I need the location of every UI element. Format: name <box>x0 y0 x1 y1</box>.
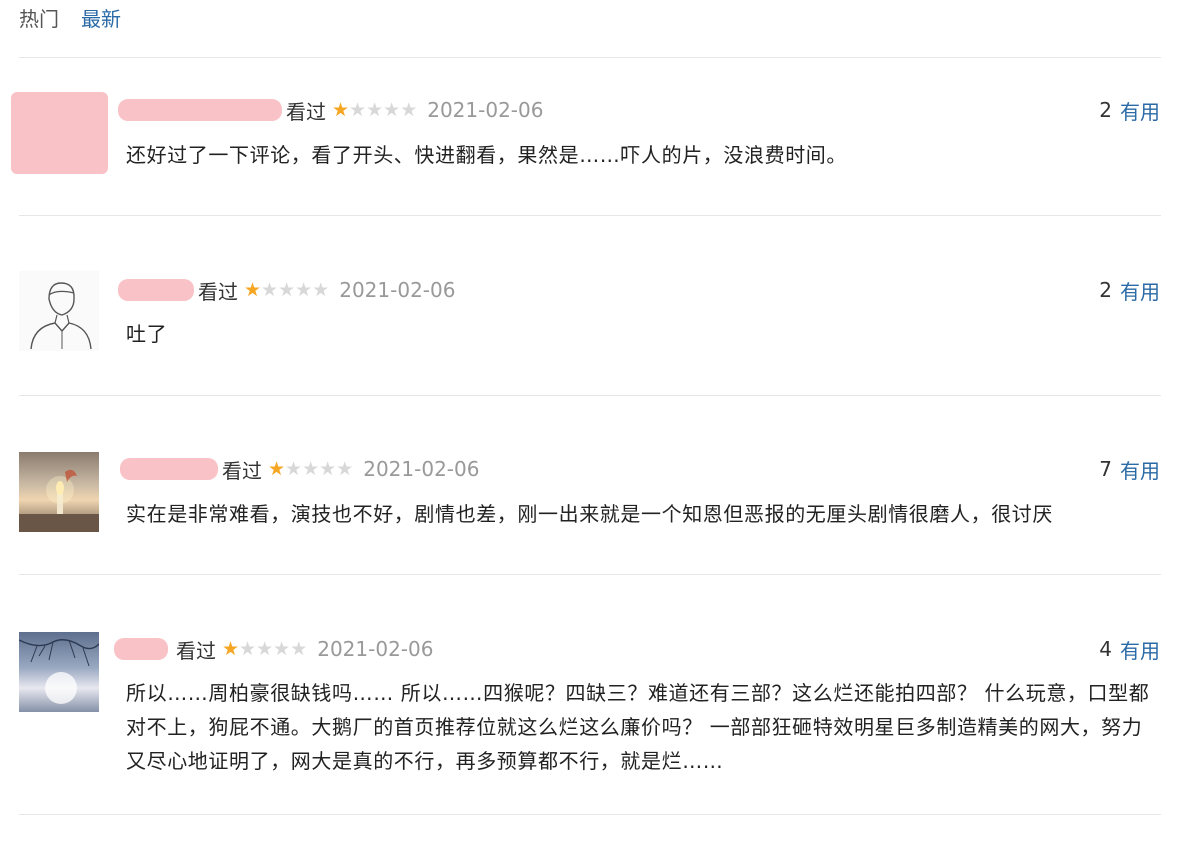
watched-status: 看过 <box>176 638 216 663</box>
comment-text: 实在是非常难看，演技也不好，剧情也差，刚一出来就是一个知恩但恶报的无厘头剧情很磨… <box>126 502 1053 526</box>
username-redacted[interactable] <box>114 638 168 660</box>
star-icon-empty: ★ <box>312 279 330 301</box>
divider <box>19 395 1161 396</box>
star-icon-empty: ★ <box>261 279 279 301</box>
star-icon-empty: ★ <box>256 638 274 660</box>
vote-count: 2 <box>1099 98 1112 122</box>
star-icon-empty: ★ <box>290 638 308 660</box>
username-redacted[interactable] <box>118 99 282 121</box>
tab-hot[interactable]: 热门 <box>19 5 59 33</box>
vote-count: 7 <box>1099 457 1112 481</box>
rating-stars: ★ ★ ★ ★ ★ <box>268 458 353 480</box>
useful-button[interactable]: 有用 <box>1120 276 1160 305</box>
avatar[interactable] <box>19 632 99 712</box>
tab-newest[interactable]: 最新 <box>81 5 121 33</box>
comment-meta: 看过 ★ ★ ★ ★ ★ 2021-02-06 <box>120 454 479 484</box>
username-redacted[interactable] <box>120 458 218 480</box>
vote-area: 4 有用 <box>1099 634 1160 664</box>
rating-stars: ★ ★ ★ ★ ★ <box>222 638 307 660</box>
candle-photo-icon <box>19 469 99 532</box>
vote-area: 2 有用 <box>1099 95 1160 125</box>
star-icon-empty: ★ <box>295 279 313 301</box>
vote-count: 4 <box>1099 637 1112 661</box>
comment-meta: 看过 ★ ★ ★ ★ ★ 2021-02-06 <box>118 275 455 305</box>
comment-text: 所以……周柏豪很缺钱吗…… 所以……四猴呢？四缺三？难道还有三部？这么烂还能拍四… <box>126 681 1150 773</box>
useful-button[interactable]: 有用 <box>1120 635 1160 664</box>
divider <box>19 574 1161 575</box>
person-sketch-icon <box>30 282 92 350</box>
useful-button[interactable]: 有用 <box>1120 96 1160 125</box>
comment-meta: 看过 ★ ★ ★ ★ ★ 2021-02-06 <box>114 634 433 664</box>
sort-tabs: 热门 最新 <box>19 4 143 34</box>
comment-date: 2021-02-06 <box>317 637 434 661</box>
avatar[interactable] <box>11 92 108 174</box>
star-icon-empty: ★ <box>278 279 296 301</box>
star-icon-empty: ★ <box>273 638 291 660</box>
star-icon-filled: ★ <box>244 279 262 301</box>
star-icon-filled: ★ <box>222 638 240 660</box>
star-icon-empty: ★ <box>319 458 337 480</box>
star-icon-empty: ★ <box>400 99 418 121</box>
watched-status: 看过 <box>198 279 238 304</box>
star-icon-empty: ★ <box>302 458 320 480</box>
comment-date: 2021-02-06 <box>427 98 544 122</box>
comment-text: 吐了 <box>126 322 168 346</box>
star-icon-empty: ★ <box>349 99 367 121</box>
comment-meta: 看过 ★ ★ ★ ★ ★ 2021-02-06 <box>118 95 543 125</box>
divider <box>19 814 1161 815</box>
star-icon-filled: ★ <box>332 99 350 121</box>
vote-area: 2 有用 <box>1099 275 1160 305</box>
divider <box>19 57 1161 58</box>
branch-photo-icon <box>19 639 99 704</box>
star-icon-empty: ★ <box>239 638 257 660</box>
rating-stars: ★ ★ ★ ★ ★ <box>244 279 329 301</box>
star-icon-empty: ★ <box>383 99 401 121</box>
comment-date: 2021-02-06 <box>339 278 456 302</box>
vote-area: 7 有用 <box>1099 454 1160 484</box>
divider <box>19 215 1161 216</box>
star-icon-empty: ★ <box>336 458 354 480</box>
watched-status: 看过 <box>222 458 262 483</box>
comment-date: 2021-02-06 <box>363 457 480 481</box>
vote-count: 2 <box>1099 278 1112 302</box>
comment-text: 还好过了一下评论，看了开头、快进翻看，果然是……吓人的片，没浪费时间。 <box>126 143 847 167</box>
useful-button[interactable]: 有用 <box>1120 455 1160 484</box>
star-icon-filled: ★ <box>268 458 286 480</box>
star-icon-empty: ★ <box>366 99 384 121</box>
star-icon-empty: ★ <box>285 458 303 480</box>
avatar[interactable] <box>19 452 99 532</box>
avatar[interactable] <box>19 271 99 351</box>
username-redacted[interactable] <box>118 279 194 301</box>
rating-stars: ★ ★ ★ ★ ★ <box>332 99 417 121</box>
watched-status: 看过 <box>286 99 326 124</box>
